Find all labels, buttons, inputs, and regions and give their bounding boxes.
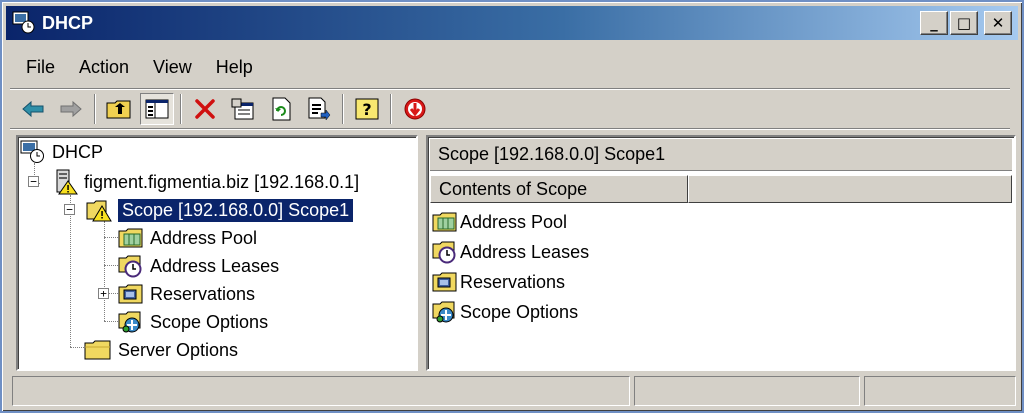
- address-leases-icon: [118, 255, 142, 278]
- list-item-scope-options[interactable]: Scope Options: [432, 297, 589, 327]
- toolbar-separator: [94, 94, 96, 124]
- refresh-icon: [272, 97, 291, 121]
- menu-view[interactable]: View: [141, 57, 204, 78]
- forward-button[interactable]: [54, 93, 88, 125]
- deactivate-scope-button[interactable]: [398, 93, 432, 125]
- column-header-row: Contents of Scope: [430, 175, 1012, 203]
- list-item-label: Address Pool: [460, 211, 568, 232]
- up-one-level-button[interactable]: [102, 93, 136, 125]
- list-item-label: Reservations: [460, 271, 566, 292]
- delete-button[interactable]: [188, 93, 222, 125]
- server-warning-icon: [56, 169, 78, 195]
- tree-node-server[interactable]: figment.figmentia.biz [192.168.0.1]: [54, 169, 359, 195]
- dhcp-app-icon: [12, 11, 36, 35]
- tree-label-server: figment.figmentia.biz [192.168.0.1]: [84, 171, 360, 192]
- menu-action[interactable]: Action: [67, 57, 141, 78]
- minimize-button[interactable]: _: [920, 11, 948, 35]
- refresh-button[interactable]: [264, 93, 298, 125]
- up-folder-icon: [106, 100, 131, 119]
- tree-label-scope-options: Scope Options: [150, 311, 269, 332]
- tree-label-dhcp: DHCP: [52, 141, 104, 162]
- status-panel-middle: [634, 376, 860, 406]
- address-pool-icon: [118, 228, 143, 248]
- delete-icon: [195, 99, 215, 119]
- dhcp-icon: [20, 140, 44, 163]
- expand-reservations-toggle[interactable]: +: [98, 288, 109, 299]
- tree-connector: [104, 221, 105, 321]
- export-list-button[interactable]: [302, 93, 336, 125]
- tree-node-address-pool[interactable]: Address Pool: [118, 225, 257, 251]
- menu-bar: File Action View Help: [6, 50, 265, 84]
- menu-file[interactable]: File: [6, 57, 67, 78]
- list-item-label: Address Leases: [460, 241, 590, 262]
- server-options-folder-icon: [84, 340, 111, 360]
- menu-help[interactable]: Help: [204, 57, 265, 78]
- status-panel-main: [12, 376, 630, 406]
- forward-arrow-icon: [60, 100, 82, 118]
- maximize-button[interactable]: □: [950, 11, 978, 35]
- details-pane: Scope [192.168.0.0] Scope1 Contents of S…: [426, 135, 1016, 371]
- back-button[interactable]: [16, 93, 50, 125]
- status-bar: [12, 376, 1016, 406]
- list-item-reservations[interactable]: Reservations: [432, 267, 589, 297]
- tree-label-address-leases: Address Leases: [150, 255, 280, 276]
- show-hide-console-tree-button[interactable]: [140, 93, 174, 125]
- list-item-address-leases[interactable]: Address Leases: [432, 237, 589, 267]
- list-item-label: Scope Options: [460, 301, 579, 322]
- collapse-server-toggle[interactable]: −: [28, 176, 39, 187]
- tree-node-dhcp[interactable]: DHCP: [20, 139, 103, 165]
- dhcp-window: DHCP _ □ ✕ File Action View Help ? DHCP …: [0, 0, 1024, 413]
- pane-splitter[interactable]: [418, 135, 426, 371]
- svg-text:?: ?: [362, 100, 371, 119]
- tree-node-server-options[interactable]: Server Options: [84, 337, 238, 363]
- deactivate-scope-icon: [404, 98, 426, 120]
- address-leases-icon: [432, 241, 456, 264]
- toolbar-separator: [342, 94, 344, 124]
- window-title: DHCP: [42, 12, 94, 33]
- status-panel-right: [864, 376, 1016, 406]
- details-pane-title: Scope [192.168.0.0] Scope1: [438, 144, 666, 164]
- toolbar-separator: [390, 94, 392, 124]
- back-arrow-icon: [22, 100, 44, 118]
- tree-node-reservations[interactable]: Reservations: [118, 281, 255, 307]
- list-item-address-pool[interactable]: Address Pool: [432, 207, 589, 237]
- contents-list: Address Pool Address Leases Reservations: [432, 207, 589, 327]
- menu-toolbar-divider: [10, 88, 1010, 90]
- help-button[interactable]: ?: [350, 93, 384, 125]
- column-header-contents[interactable]: Contents of Scope: [430, 175, 688, 203]
- toolbar-separator: [180, 94, 182, 124]
- tree-node-scope-options[interactable]: Scope Options: [118, 309, 268, 335]
- tree-node-scope[interactable]: Scope [192.168.0.0] Scope1: [86, 197, 355, 223]
- address-pool-icon: [432, 212, 457, 232]
- toolbar: ?: [16, 92, 436, 126]
- export-list-icon: [308, 97, 331, 121]
- reservations-icon: [118, 284, 143, 304]
- column-header-empty: [688, 175, 1012, 203]
- properties-icon: [231, 98, 254, 120]
- details-pane-header: Scope [192.168.0.0] Scope1: [430, 139, 1012, 171]
- tree-connector: [104, 237, 118, 238]
- toolbar-pane-divider: [10, 128, 1010, 130]
- tree-connector: [70, 195, 71, 347]
- column-header-label: Contents of Scope: [439, 178, 588, 199]
- collapse-scope-toggle[interactable]: −: [64, 204, 75, 215]
- tree-label-scope: Scope [192.168.0.0] Scope1: [116, 197, 355, 223]
- tree-connector: [104, 265, 118, 266]
- reservations-icon: [432, 272, 457, 292]
- close-button[interactable]: ✕: [984, 11, 1012, 35]
- tree-node-address-leases[interactable]: Address Leases: [118, 253, 279, 279]
- tree-connector: [104, 321, 118, 322]
- scope-options-icon: [432, 301, 455, 323]
- help-icon: ?: [355, 98, 379, 120]
- title-bar[interactable]: DHCP _ □ ✕: [6, 6, 1018, 40]
- tree-label-server-options: Server Options: [118, 339, 239, 360]
- tree-label-reservations: Reservations: [150, 283, 256, 304]
- scope-options-icon: [118, 311, 141, 333]
- properties-button[interactable]: [226, 93, 260, 125]
- tree-label-address-pool: Address Pool: [150, 227, 258, 248]
- console-tree-pane[interactable]: DHCP − figment.figmentia.biz [192.168.0.…: [16, 135, 418, 371]
- scope-folder-warning-icon: [86, 200, 112, 222]
- show-hide-tree-icon: [145, 99, 169, 119]
